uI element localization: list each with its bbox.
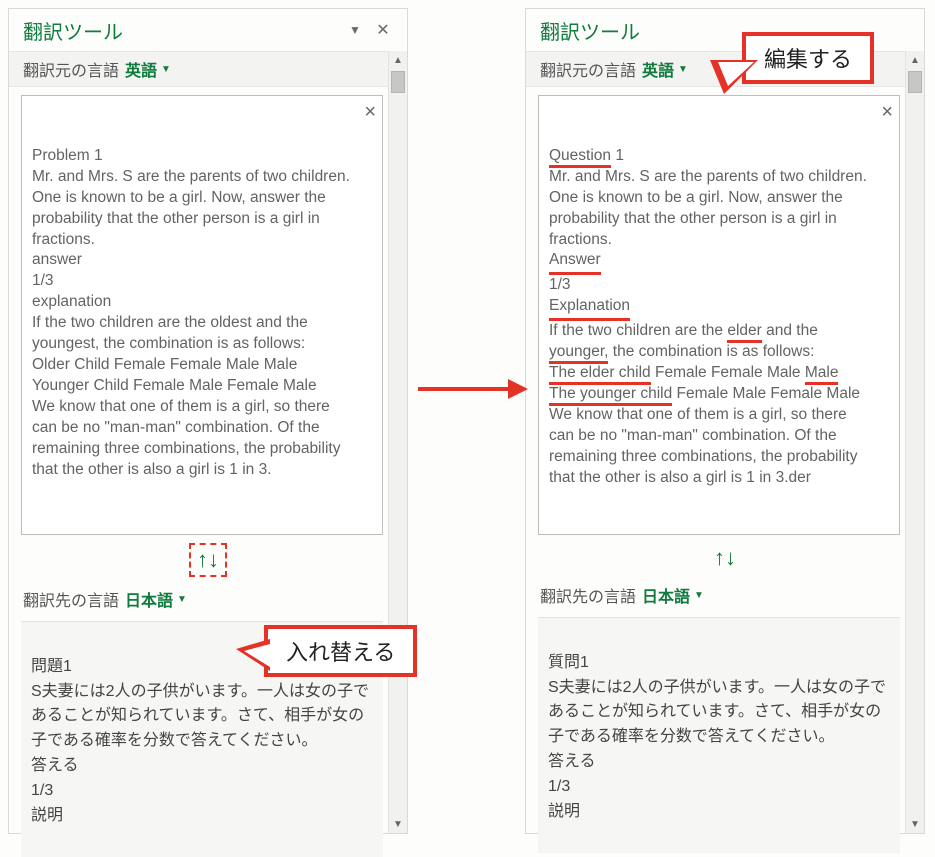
scroll-up-button[interactable]: ▲ bbox=[906, 51, 924, 69]
source-language-label: 翻訳元の言語 bbox=[540, 57, 636, 81]
scroll-up-button[interactable]: ▲ bbox=[389, 51, 407, 69]
pane-title: 翻訳ツール bbox=[23, 16, 123, 45]
translator-pane-left: 翻訳ツール ▼ ✕ 翻訳元の言語 英語 ▼ × Problem 1 Mr. an… bbox=[8, 8, 408, 834]
annotation-swap-callout: 入れ替える bbox=[264, 625, 417, 677]
clear-text-button[interactable]: × bbox=[881, 102, 893, 122]
scroll-thumb[interactable] bbox=[908, 71, 922, 93]
scroll-thumb[interactable] bbox=[391, 71, 405, 93]
source-text-box[interactable]: × Question 1 Mr. and Mrs. S are the pare… bbox=[538, 95, 900, 535]
swap-languages-button[interactable]: ↑↓ bbox=[708, 543, 742, 573]
chevron-down-icon: ▼ bbox=[161, 64, 171, 75]
target-language-row: 翻訳先の言語 日本語 ▼ bbox=[9, 581, 407, 617]
target-language-dropdown[interactable]: 日本語 ▼ bbox=[125, 587, 187, 611]
annotation-swap-label: 入れ替える bbox=[286, 640, 395, 665]
source-language-value: 英語 bbox=[642, 57, 674, 81]
clear-text-button[interactable]: × bbox=[364, 102, 376, 122]
source-language-dropdown[interactable]: 英語 ▼ bbox=[125, 57, 171, 81]
chevron-down-icon: ▼ bbox=[678, 64, 688, 75]
pane-title: 翻訳ツール bbox=[540, 16, 640, 45]
source-language-label: 翻訳元の言語 bbox=[23, 57, 119, 81]
pane-close-button[interactable]: ✕ bbox=[371, 18, 395, 42]
target-language-label: 翻訳先の言語 bbox=[540, 583, 636, 607]
source-text-box[interactable]: × Problem 1 Mr. and Mrs. S are the paren… bbox=[21, 95, 383, 535]
translator-pane-right: 翻訳ツール 翻訳元の言語 英語 ▼ × Question 1 Mr. and M… bbox=[525, 8, 925, 834]
target-language-dropdown[interactable]: 日本語 ▼ bbox=[642, 583, 704, 607]
scrollbar[interactable]: ▲ ▼ bbox=[905, 51, 924, 833]
source-language-row: 翻訳元の言語 英語 ▼ bbox=[9, 51, 407, 87]
chevron-down-icon: ▼ bbox=[177, 594, 187, 605]
scrollbar[interactable]: ▲ ▼ bbox=[388, 51, 407, 833]
chevron-down-icon: ▼ bbox=[694, 590, 704, 601]
arrow-right-icon bbox=[418, 374, 528, 404]
target-language-label: 翻訳先の言語 bbox=[23, 587, 119, 611]
scroll-down-button[interactable]: ▼ bbox=[906, 815, 924, 833]
pane-menu-button[interactable]: ▼ bbox=[343, 18, 367, 42]
swap-languages-button[interactable]: ↑↓ bbox=[189, 543, 227, 577]
target-language-value: 日本語 bbox=[125, 587, 173, 611]
callout-tail-icon bbox=[236, 639, 270, 671]
source-language-value: 英語 bbox=[125, 57, 157, 81]
annotation-edit-label: 編集する bbox=[764, 47, 852, 72]
target-language-row: 翻訳先の言語 日本語 ▼ bbox=[526, 577, 924, 613]
scroll-down-button[interactable]: ▼ bbox=[389, 815, 407, 833]
translation-result: 質問1 S夫妻には2人の子供がいます。一人は女の子であることが知られています。さ… bbox=[538, 617, 900, 853]
pane-header: 翻訳ツール ▼ ✕ bbox=[9, 9, 407, 51]
pane-body: 翻訳元の言語 英語 ▼ × Question 1 Mr. and Mrs. S … bbox=[526, 51, 924, 833]
callout-tail-icon bbox=[710, 60, 758, 94]
annotation-edit-callout: 編集する bbox=[742, 32, 874, 84]
source-language-dropdown[interactable]: 英語 ▼ bbox=[642, 57, 688, 81]
target-language-value: 日本語 bbox=[642, 583, 690, 607]
pane-body: 翻訳元の言語 英語 ▼ × Problem 1 Mr. and Mrs. S a… bbox=[9, 51, 407, 833]
